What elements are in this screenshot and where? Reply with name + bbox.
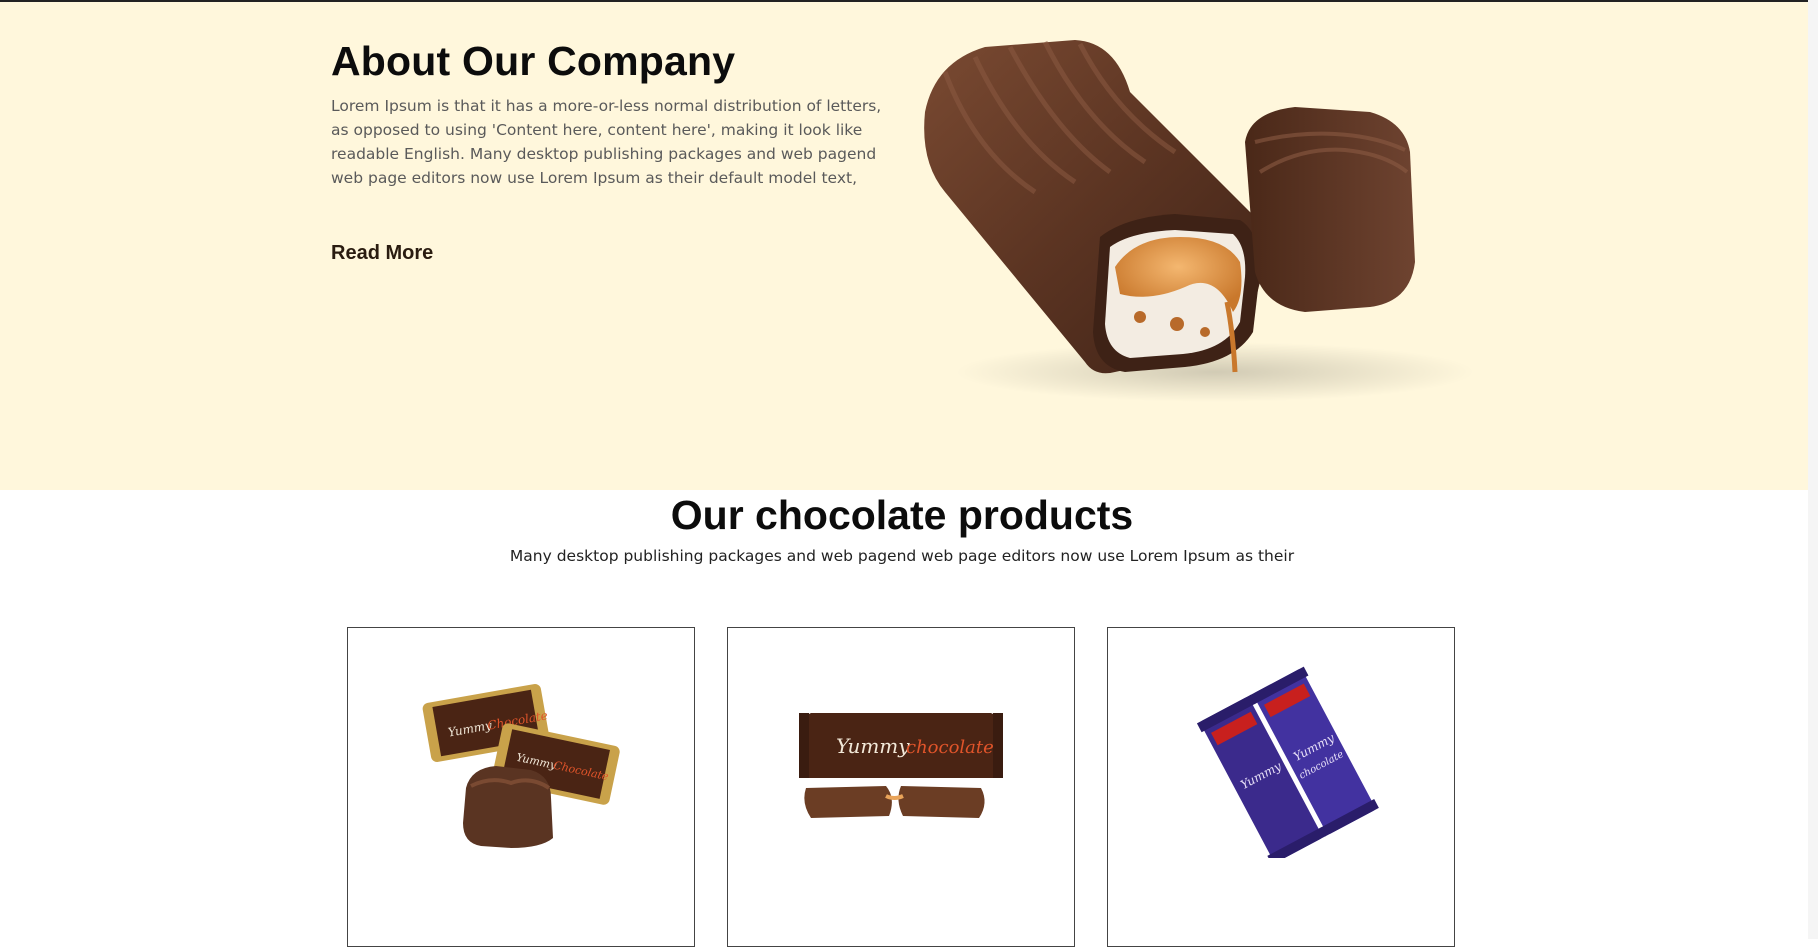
chocolate-bar-wrapper-image: Yummy chocolate <box>799 713 1003 818</box>
about-text: Lorem Ipsum is that it has a more-or-les… <box>331 97 882 187</box>
product-card[interactable]: Yummy chocolate <box>727 627 1075 947</box>
about-title: About Our Company <box>331 38 736 84</box>
product-card[interactable]: Yummy Chocolate Yummy Chocolate <box>347 627 695 947</box>
products-title: Our chocolate products <box>670 492 1134 538</box>
wrapper-text: chocolate <box>906 737 994 758</box>
scrollbar[interactable] <box>1808 0 1818 939</box>
products-subtitle: Many desktop publishing packages and web… <box>509 547 1295 565</box>
read-more-link[interactable]: Read More <box>331 242 433 265</box>
chocolate-bar-image <box>924 40 1475 402</box>
product-card[interactable]: Yummy Yummy chocolate <box>1107 627 1455 947</box>
purple-chocolate-bars-image: Yummy Yummy chocolate <box>1196 666 1379 858</box>
about-section: About Our Company Lorem Ipsum is that it… <box>0 2 1808 490</box>
wrapped-chocolate-candies-image: Yummy Chocolate Yummy Chocolate <box>422 683 620 848</box>
wrapper-text: Yummy <box>836 734 910 758</box>
